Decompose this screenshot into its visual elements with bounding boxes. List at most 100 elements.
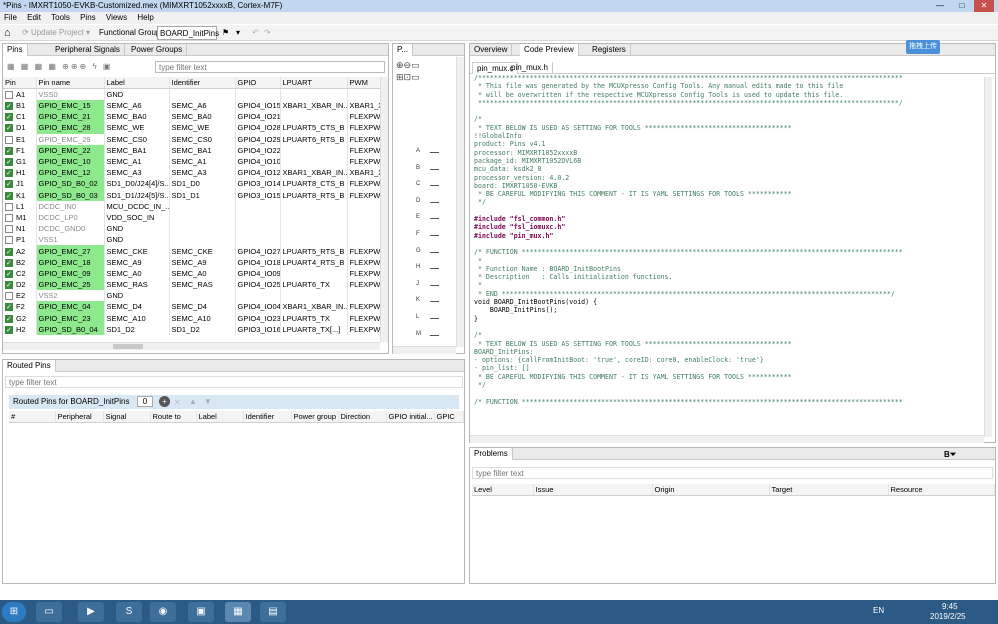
pin-row[interactable]: ✓ A2 GPIO_EMC_27 SEMC_CKE SEMC_CKE GPIO4_IO27… [3,245,382,257]
pin-label[interactable]: SD1_D0/J24[4]/S... [104,178,170,190]
pin-name[interactable]: GPIO_EMC_09 [36,267,105,279]
pin-pwm[interactable] [347,234,382,246]
pins-view-toolbar[interactable]: ▦ ▦ ▦ ▦ ⊕⊕⊕ ϟ ▣ [7,62,112,71]
tab-pins[interactable]: Pins [3,44,28,56]
pin-row[interactable]: ✓ H2 GPIO_SD_B0_04 SD1_D2 SD1_D2 GPIO3_IO16 LP… [3,323,382,335]
pin-gpio[interactable] [235,223,281,235]
pin-pwm[interactable]: FLEXPWI [347,245,382,257]
pin-name[interactable]: GPIO_SD_B0_04 [36,323,105,335]
pin-label[interactable]: SEMC_CKE [104,245,170,257]
pins-column-header[interactable]: Identifier [169,77,236,89]
pin-identifier[interactable]: SEMC_D4 [169,301,236,313]
pin-row[interactable]: ✓ B1 GPIO_EMC_15 SEMC_A6 SEMC_A6 GPIO4_IO15 XB… [3,100,382,112]
pin-lpuart[interactable]: XBAR1_XBAR_IN... [280,301,348,313]
pin-identifier[interactable] [169,200,236,212]
package-pin-mark[interactable] [430,251,439,253]
flag-icon[interactable]: ⚑ [222,26,229,40]
pin-row[interactable]: ✓ G1 GPIO_EMC_10 SEMC_A1 SEMC_A1 GPIO4_IO10 FL… [3,155,382,168]
minimize-button[interactable]: — [930,0,950,12]
clock-date[interactable]: 2019/2/25 [930,612,966,621]
pin-lpuart[interactable]: LPUART5_RTS_B [280,245,348,257]
pin-lpuart[interactable]: XBAR1_XBAR_IN... [280,100,348,112]
undo-icon[interactable]: ↶ [252,26,259,40]
pin-checkbox[interactable]: ✓ [5,191,13,200]
pin-checkbox[interactable]: ✓ [5,180,13,189]
pin-row[interactable]: ✓ D1 GPIO_EMC_28 SEMC_WE SEMC_WE GPIO4_IO28 LP… [3,122,382,134]
pin-row[interactable]: ✓ K1 GPIO_SD_B0_03 SD1_D1/J24[5]/S... SD1_D1… [3,189,382,201]
add-route-icon[interactable]: + [159,396,170,407]
language-indicator[interactable]: EN [873,606,884,615]
pin-name[interactable]: VSS2 [36,290,105,302]
pin-label[interactable]: SEMC_BA0 [104,111,170,123]
pin-lpuart[interactable] [280,144,348,156]
pin-row[interactable]: ✓ F2 GPIO_EMC_04 SEMC_D4 SEMC_D4 GPIO4_IO04 XB… [3,301,382,313]
pin-identifier[interactable]: SEMC_BA1 [169,144,236,156]
pin-lpuart[interactable] [280,88,348,100]
pin-row[interactable]: P1 VSS1 GND [3,234,382,246]
pin-row[interactable]: M1 DCDC_LP0 VDD_SOC_IN [3,211,382,224]
pin-row[interactable]: ✓ C2 GPIO_EMC_09 SEMC_A0 SEMC_A0 GPIO4_IO09 FL… [3,267,382,279]
pins-column-header[interactable]: Pin [3,77,37,89]
config-tools-icon[interactable]: ▦ [225,602,251,622]
pin-lpuart[interactable] [280,200,348,212]
pin-checkbox[interactable]: ✓ [5,102,13,111]
pin-name[interactable]: VSS1 [36,234,105,246]
problems-column-header[interactable]: Origin [652,484,770,496]
problems-column-header[interactable]: Issue [533,484,653,496]
pin-checkbox[interactable]: ✓ [5,124,13,133]
app-icon[interactable]: ▣ [188,602,214,622]
pin-label[interactable]: GND [104,290,170,302]
tab-problems[interactable]: Problems [470,448,513,460]
pin-pwm[interactable]: FLEXPWI [347,111,382,123]
pin-gpio[interactable]: GPIO4_IO23 [235,312,281,324]
package-pin-mark[interactable] [430,152,439,153]
pin-pwm[interactable]: FLEXPWI [347,189,382,201]
pin-checkbox[interactable] [5,236,13,245]
routed-column-header[interactable]: Identifier [243,411,292,423]
pin-row[interactable]: E1 GPIO_EMC_29 SEMC_CS0 SEMC_CS0 GPIO4_IO29 L… [3,133,382,145]
pin-gpio[interactable]: GPIO4_IO25 [235,279,281,291]
pin-name[interactable]: GPIO_EMC_23 [36,312,105,324]
menu-tools[interactable]: Tools [47,13,74,22]
pin-identifier[interactable]: SEMC_A9 [169,256,236,268]
pin-label[interactable]: SEMC_A1 [104,155,170,168]
pin-name[interactable]: GPIO_EMC_21 [36,111,105,123]
problems-filter-input[interactable] [472,467,993,479]
pin-gpio[interactable]: GPIO4_IO29 [235,133,281,145]
pin-identifier[interactable]: SEMC_CS0 [169,133,236,145]
editor-hscrollbar[interactable] [470,435,984,443]
start-button[interactable]: ⊞ [2,602,26,622]
pins-column-header[interactable]: PWM [347,77,382,89]
routed-column-header[interactable]: Label [196,411,244,423]
package-pin-mark[interactable] [430,218,439,220]
pin-pwm[interactable]: FLEXPWI [347,301,382,313]
pin-gpio[interactable]: GPIO4_IO09 [235,267,281,279]
pin-row[interactable]: ✓ D2 GPIO_EMC_25 SEMC_RAS SEMC_RAS GPIO4_IO25… [3,279,382,291]
pin-name[interactable]: VSS0 [36,88,105,100]
menu-edit[interactable]: Edit [23,13,45,22]
pin-checkbox[interactable] [5,202,13,211]
pin-gpio[interactable]: GPIO4_IO27 [235,245,281,257]
editor-vscrollbar[interactable] [984,77,992,437]
pin-name[interactable]: GPIO_EMC_04 [36,301,105,313]
pin-identifier[interactable]: SEMC_A1 [169,155,236,168]
pin-lpuart[interactable]: LPUART8_RTS_B [280,189,348,201]
pin-label[interactable]: SEMC_A10 [104,312,170,324]
pin-label[interactable]: GND [104,223,170,235]
problems-column-header[interactable]: Target [769,484,889,496]
cloud-upload-button[interactable]: 拖拽上传 [906,40,940,54]
pin-pwm[interactable]: XBAR1_X [347,167,382,179]
explorer-icon[interactable]: ▭ [36,602,62,622]
pin-lpuart[interactable]: LPUART6_TX [280,279,348,291]
remove-route-icon[interactable]: ✕ [174,396,181,410]
firefox-icon[interactable]: ◉ [150,602,176,622]
tab-package[interactable]: P... [393,44,413,56]
pin-gpio[interactable]: GPIO4_IO18 [235,256,281,268]
problems-column-header[interactable]: Resource [888,484,995,496]
pins-vscrollbar[interactable] [380,77,388,342]
pin-label[interactable]: SEMC_CS0 [104,133,170,145]
pin-row[interactable]: A1 VSS0 GND [3,88,382,100]
routed-column-header[interactable]: GPIC [434,411,464,423]
code-preview[interactable]: /***************************************… [471,74,980,436]
pin-identifier[interactable] [169,290,236,302]
